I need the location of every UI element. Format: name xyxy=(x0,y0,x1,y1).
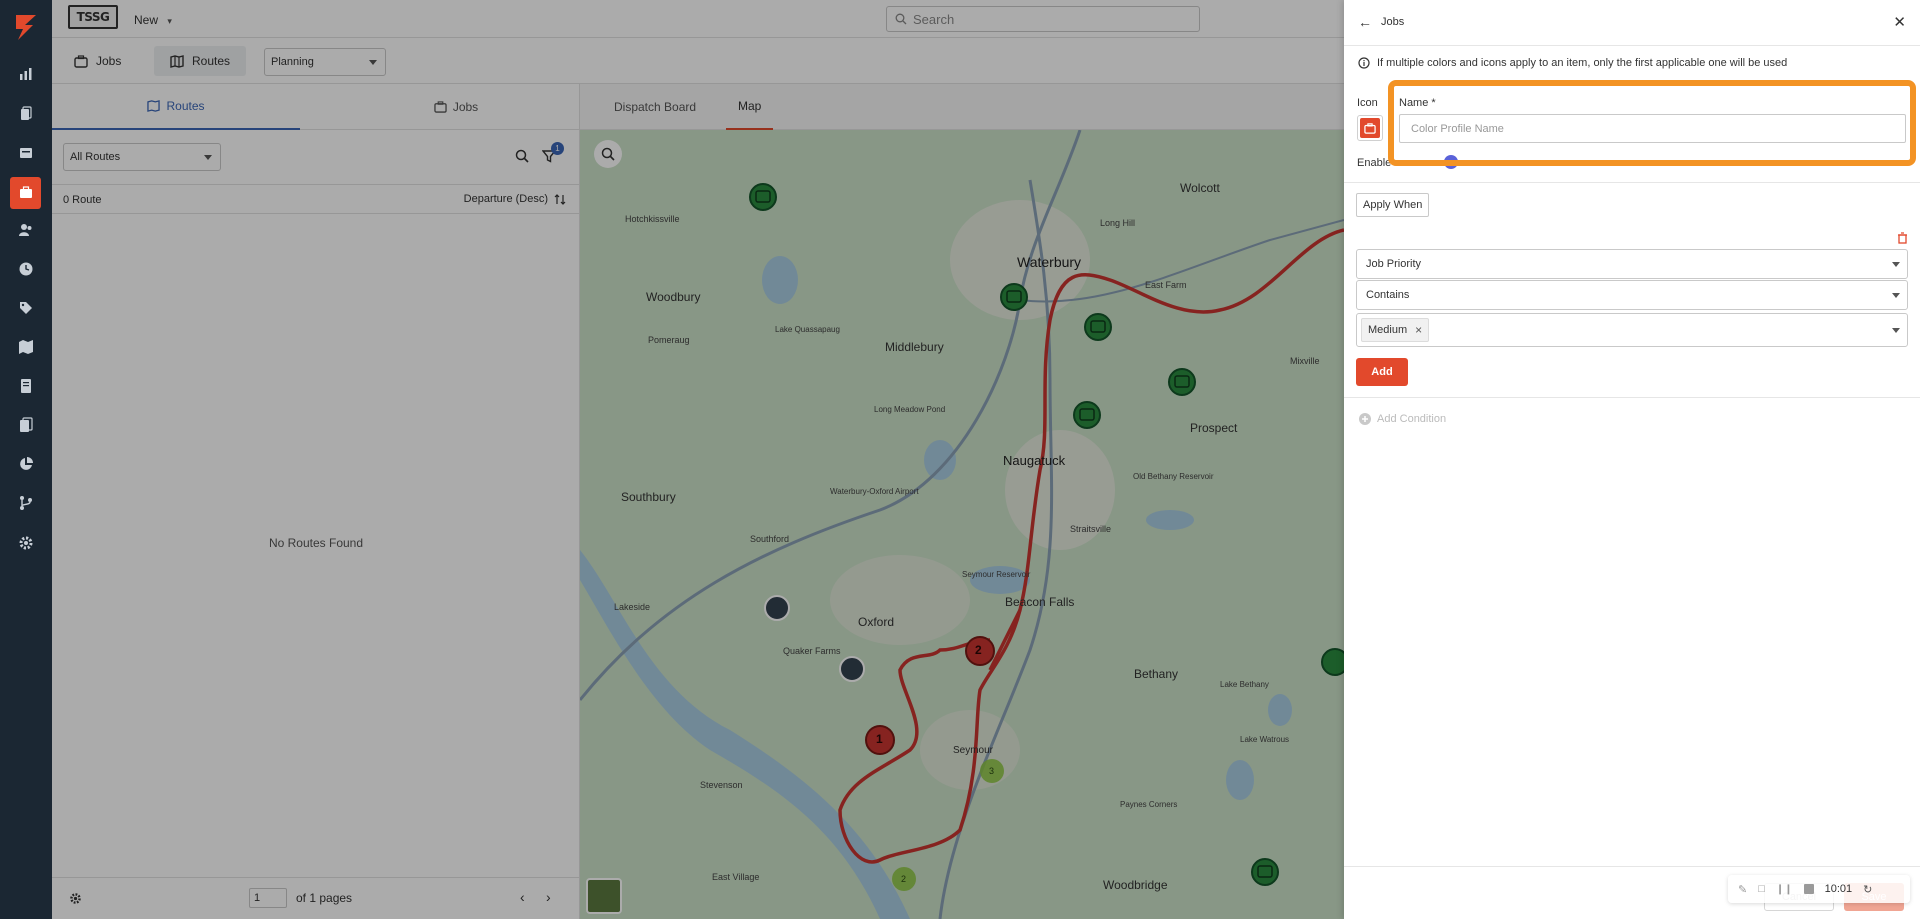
add-condition-label: Add Condition xyxy=(1377,413,1447,425)
recorder-timer: 10:01 xyxy=(1824,883,1853,895)
enable-toggle[interactable] xyxy=(1444,155,1458,169)
name-input[interactable] xyxy=(1399,114,1906,143)
invoice-icon[interactable] xyxy=(0,370,52,402)
condition-value-select[interactable]: Medium × xyxy=(1356,313,1908,347)
divider xyxy=(1344,182,1920,183)
trash-icon[interactable] xyxy=(1897,232,1908,244)
condition-operator-select[interactable]: Contains xyxy=(1356,280,1908,310)
name-label: Name * xyxy=(1399,97,1436,109)
caret-down-icon xyxy=(1892,293,1900,298)
enable-label: Enable xyxy=(1357,157,1392,169)
drawer-title: Jobs xyxy=(1381,16,1405,28)
reports-icon[interactable] xyxy=(0,409,52,441)
value-tag: Medium × xyxy=(1361,318,1430,342)
comment-icon[interactable]: □ xyxy=(1758,883,1765,895)
modal-backdrop[interactable] xyxy=(52,0,1344,919)
plus-circle-icon xyxy=(1359,413,1371,425)
info-icon xyxy=(1358,57,1370,69)
clock-icon[interactable] xyxy=(0,253,52,285)
app-logo[interactable] xyxy=(13,12,39,42)
documents-icon[interactable] xyxy=(0,98,52,130)
screen-recorder-widget: ✎ □ ❙❙ 10:01 ↻ xyxy=(1728,875,1910,903)
drawer-footer: Cancel Save ✎ □ ❙❙ 10:01 ↻ xyxy=(1344,866,1920,919)
divider xyxy=(1344,397,1920,398)
back-arrow-icon[interactable]: ← xyxy=(1358,14,1372,30)
apply-when-button[interactable]: Apply When xyxy=(1356,193,1430,217)
drawer-header: ← Jobs ✕ xyxy=(1344,0,1920,46)
inbox-icon[interactable] xyxy=(0,137,52,169)
users-icon[interactable] xyxy=(0,214,52,246)
pause-icon[interactable]: ❙❙ xyxy=(1776,884,1793,895)
settings-icon[interactable] xyxy=(0,527,52,559)
map-nav-icon[interactable] xyxy=(0,331,52,363)
pie-chart-icon[interactable] xyxy=(0,448,52,480)
add-button[interactable]: Add xyxy=(1356,358,1408,386)
icon-label: Icon xyxy=(1357,97,1378,109)
value-tag-label: Medium xyxy=(1368,324,1408,336)
condition-field-select[interactable]: Job Priority xyxy=(1356,249,1908,279)
condition-operator-value: Contains xyxy=(1366,289,1410,301)
caret-down-icon xyxy=(1892,328,1900,333)
info-text: If multiple colors and icons apply to an… xyxy=(1377,57,1788,69)
color-profile-drawer: ← Jobs ✕ If multiple colors and icons ap… xyxy=(1344,0,1920,919)
close-icon[interactable]: ✕ xyxy=(1893,13,1906,31)
briefcase-icon xyxy=(1360,118,1380,138)
add-condition-button[interactable]: Add Condition xyxy=(1358,412,1446,426)
tag-icon[interactable] xyxy=(0,292,52,324)
icon-picker[interactable] xyxy=(1357,115,1383,141)
info-banner: If multiple colors and icons apply to an… xyxy=(1358,57,1787,69)
remove-tag-icon[interactable]: × xyxy=(1415,323,1422,337)
jobs-nav-icon[interactable] xyxy=(10,177,41,209)
workflow-icon[interactable] xyxy=(0,487,52,519)
condition-field-value: Job Priority xyxy=(1366,258,1422,270)
caret-down-icon xyxy=(1892,262,1900,267)
dashboard-icon[interactable] xyxy=(0,58,52,90)
stop-icon[interactable] xyxy=(1803,884,1814,894)
pen-icon[interactable]: ✎ xyxy=(1738,883,1747,896)
restart-icon[interactable]: ↻ xyxy=(1863,883,1872,896)
left-nav xyxy=(0,0,52,919)
